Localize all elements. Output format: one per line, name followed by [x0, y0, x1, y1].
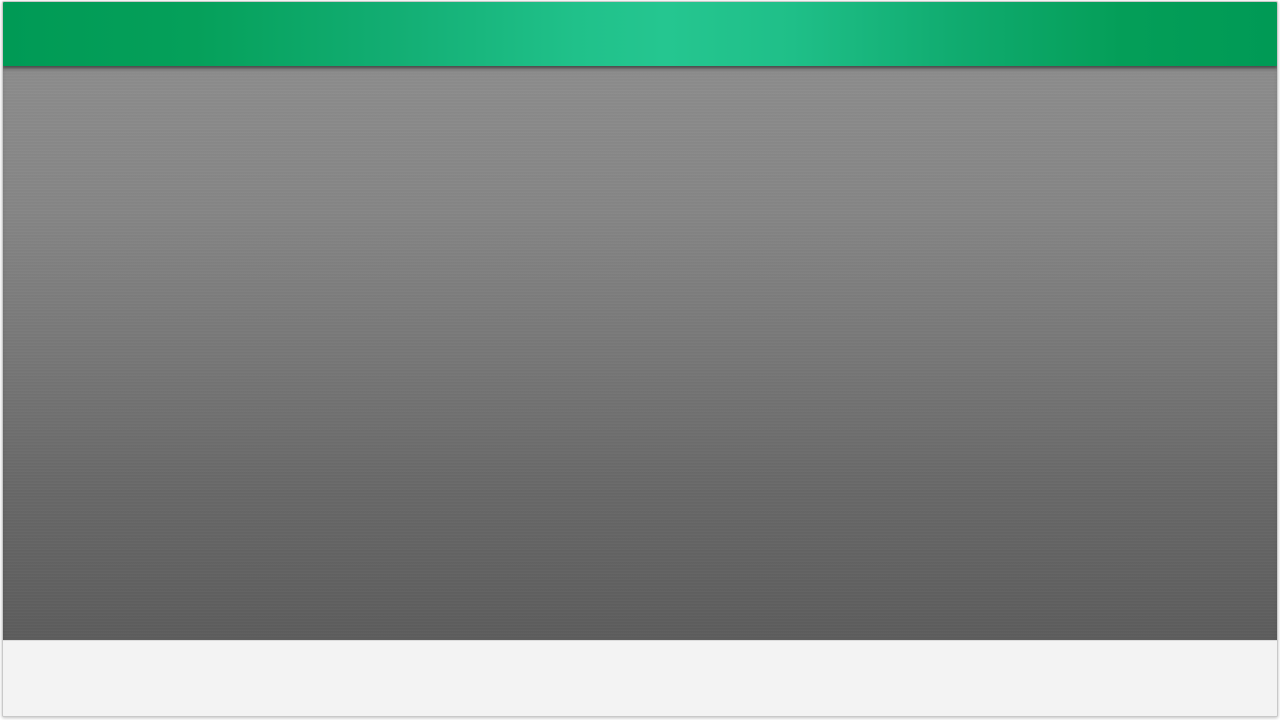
main-content-area — [3, 66, 1277, 640]
header-bar — [3, 2, 1277, 66]
footer-bar — [3, 640, 1277, 716]
app-window — [2, 1, 1278, 717]
